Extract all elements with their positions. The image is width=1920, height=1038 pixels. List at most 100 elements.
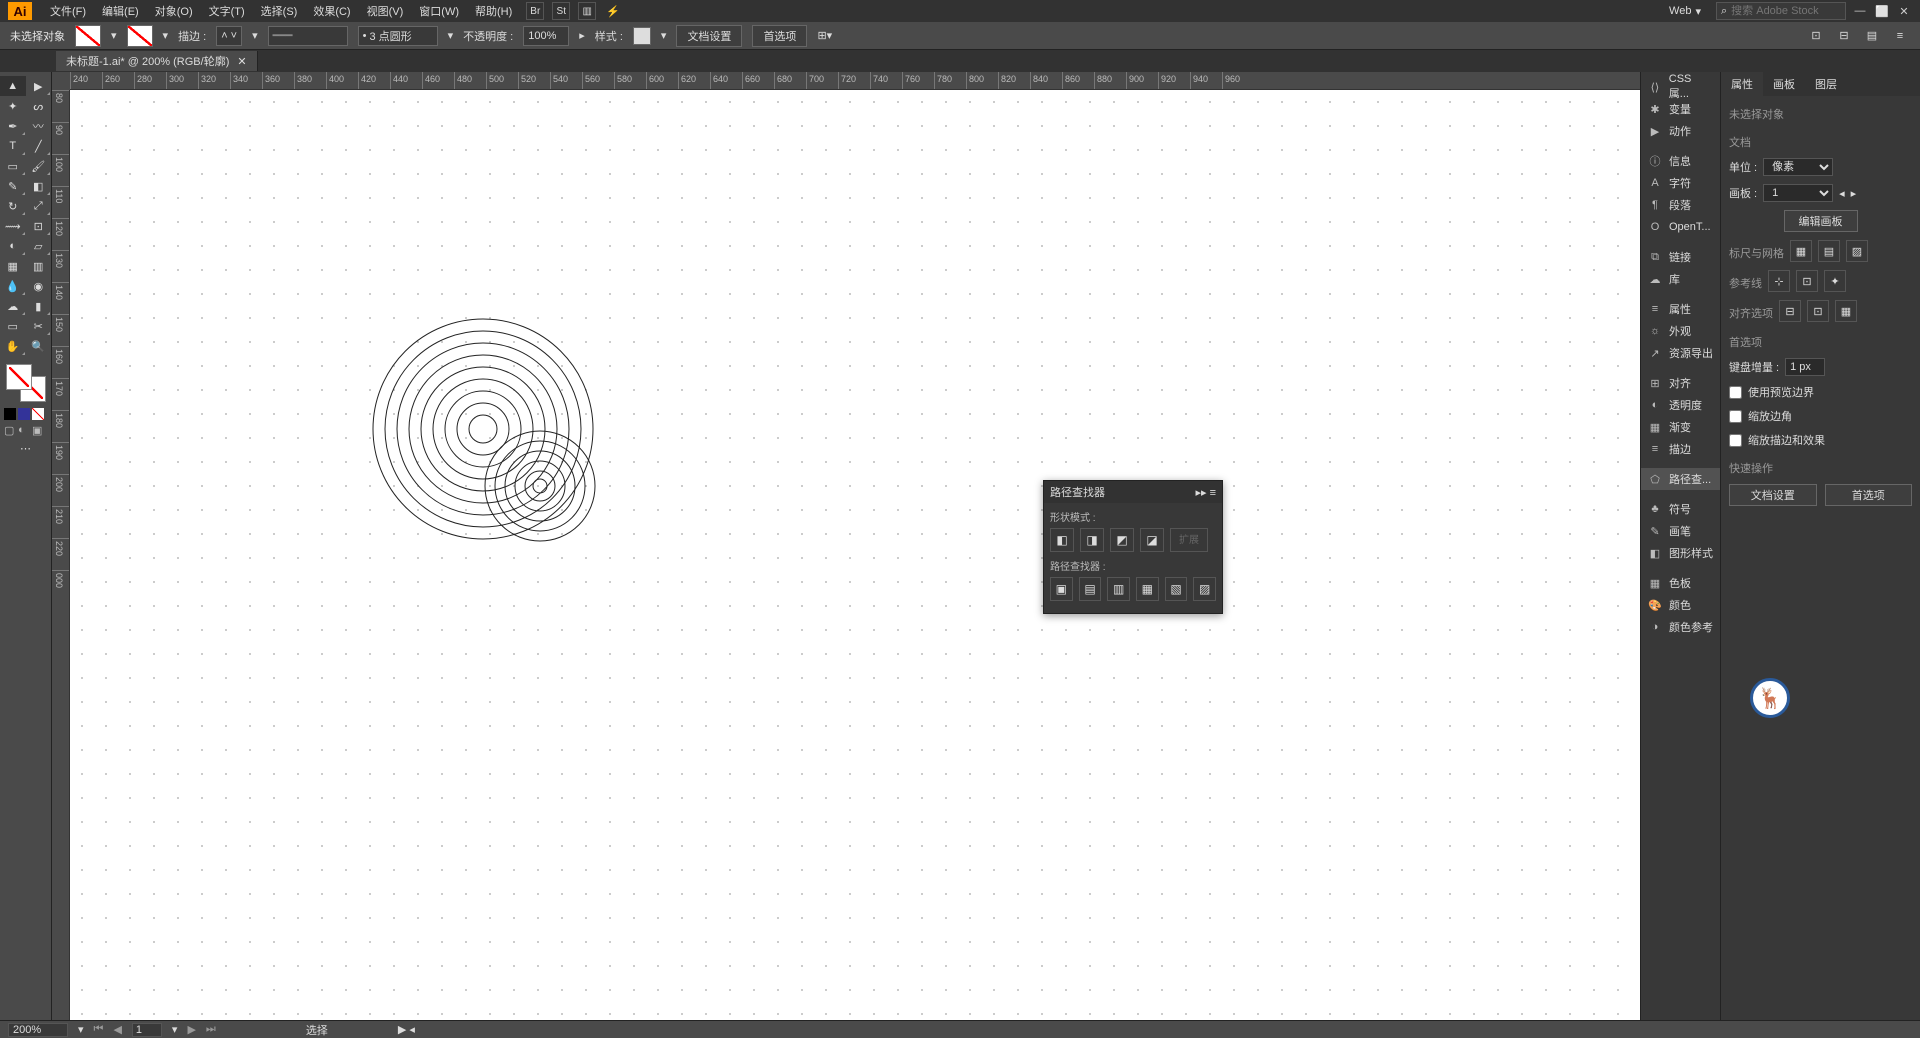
menu-window[interactable]: 窗口(W) — [413, 0, 465, 22]
opacity-input[interactable] — [528, 30, 564, 42]
graph-tool[interactable]: ▮ — [26, 296, 52, 316]
stroke-swatch[interactable] — [127, 25, 153, 47]
last-artboard-icon[interactable]: ⏭ — [206, 1023, 216, 1036]
brush-value[interactable] — [369, 30, 419, 42]
cb-preview[interactable] — [1729, 386, 1742, 399]
crop-icon[interactable]: ▦ — [1136, 577, 1159, 601]
rectangle-tool[interactable]: ▭ — [0, 156, 26, 176]
panel-item-22[interactable]: ◑颜色参考 — [1641, 616, 1720, 638]
panel-item-11[interactable]: ↗资源导出 — [1641, 342, 1720, 364]
menu-view[interactable]: 视图(V) — [361, 0, 410, 22]
key-inc-input[interactable] — [1785, 358, 1825, 376]
status-play-icon[interactable]: ▶ ◂ — [398, 1023, 415, 1036]
style-dd[interactable]: ▾ — [661, 29, 667, 42]
perspective-tool[interactable]: ▱ — [26, 236, 52, 256]
variable-width[interactable]: ━━━ — [268, 26, 348, 46]
lasso-tool[interactable]: ᔕ — [26, 96, 52, 116]
curvature-tool[interactable]: 〰 — [26, 116, 52, 136]
panel-item-10[interactable]: ☼外观 — [1641, 320, 1720, 342]
zoom-dd-icon[interactable]: ▾ — [78, 1023, 84, 1036]
search-input[interactable] — [1731, 5, 1831, 17]
artboard-select[interactable]: 1 — [1763, 184, 1833, 202]
free-transform-tool[interactable]: ⊡ — [26, 216, 52, 236]
screen-mode-icons[interactable]: ▢◐▣ — [0, 422, 51, 438]
pen-tool[interactable]: ✒ — [0, 116, 26, 136]
brush-dd[interactable]: ▾ — [448, 29, 454, 42]
close-icon[interactable]: ✕ — [1896, 4, 1912, 18]
ruler-toggle-icon[interactable]: ▦ — [1790, 240, 1812, 262]
grid-toggle-icon[interactable]: ▤ — [1818, 240, 1840, 262]
layout-icon-2[interactable]: ⊟ — [1834, 26, 1854, 46]
shape-builder-tool[interactable]: ◐ — [0, 236, 26, 256]
exclude-icon[interactable]: ◪ — [1140, 528, 1164, 552]
snap-pixel-icon[interactable]: ⊟ — [1779, 300, 1801, 322]
panel-item-8[interactable]: ☁库 — [1641, 268, 1720, 290]
panel-item-14[interactable]: ▦渐变 — [1641, 416, 1720, 438]
panel-item-13[interactable]: ◐透明度 — [1641, 394, 1720, 416]
fill-swatch[interactable] — [75, 25, 101, 47]
toolbox-expand-icon[interactable]: ⋯ — [0, 442, 51, 455]
opacity-field[interactable] — [523, 26, 569, 46]
cb-strokes[interactable] — [1729, 434, 1742, 447]
minus-back-icon[interactable]: ▨ — [1193, 577, 1216, 601]
workspace-switcher[interactable]: Web▾ — [1660, 2, 1710, 21]
stroke-dd[interactable]: ▾ — [163, 29, 169, 42]
trim-icon[interactable]: ▤ — [1079, 577, 1102, 601]
expand-button[interactable]: 扩展 — [1170, 528, 1208, 552]
color-block[interactable] — [0, 362, 51, 406]
panel-item-4[interactable]: A字符 — [1641, 172, 1720, 194]
panel-item-2[interactable]: ▶动作 — [1641, 120, 1720, 142]
fill-dd[interactable]: ▾ — [111, 29, 117, 42]
tab-close-icon[interactable]: ✕ — [237, 55, 246, 68]
snap-point-icon[interactable]: ⊡ — [1807, 300, 1829, 322]
ruler-horizontal[interactable]: 2402602803003203403603804004204404604805… — [70, 72, 1640, 90]
tab-layers[interactable]: 图层 — [1805, 72, 1847, 96]
menu-help[interactable]: 帮助(H) — [469, 0, 518, 22]
blend-tool[interactable]: ◉ — [26, 276, 52, 296]
brush-def[interactable]: • — [358, 26, 438, 46]
shaper-tool[interactable]: ✎ — [0, 176, 26, 196]
panel-item-17[interactable]: ♣符号 — [1641, 498, 1720, 520]
rotate-tool[interactable]: ↻ — [0, 196, 26, 216]
hand-tool[interactable]: ✋ — [0, 336, 26, 356]
panel-item-19[interactable]: ◧图形样式 — [1641, 542, 1720, 564]
quick-docsetup-button[interactable]: 文档设置 — [1729, 484, 1817, 506]
pathfinder-panel[interactable]: 路径查找器 ▸▸ ≡ 形状模式 : ◧ ◨ ◩ ◪ 扩展 路径查找器 : ▣ ▤… — [1043, 480, 1223, 614]
mesh-tool[interactable]: ▦ — [0, 256, 26, 276]
panel-item-1[interactable]: ✱变量 — [1641, 98, 1720, 120]
zoom-tool[interactable]: 🔍 — [26, 336, 52, 356]
arrange-icon[interactable]: ▥ — [578, 2, 596, 20]
guide-icon-3[interactable]: ✦ — [1824, 270, 1846, 292]
checkbox-strokes[interactable]: 缩放描边和效果 — [1729, 432, 1912, 448]
merge-icon[interactable]: ▥ — [1107, 577, 1130, 601]
transparency-grid-icon[interactable]: ▨ — [1846, 240, 1868, 262]
zoom-field[interactable]: 200% — [8, 1023, 68, 1037]
direct-selection-tool[interactable]: ▶ — [26, 76, 52, 96]
ruler-vertical[interactable]: 8090100110120130140150160170180190200210… — [52, 90, 70, 1020]
tab-properties[interactable]: 属性 — [1721, 72, 1763, 96]
scale-tool[interactable]: ⤢ — [26, 196, 52, 216]
gpu-icon[interactable]: ⚡ — [606, 5, 620, 18]
selection-tool[interactable]: ▲ — [0, 76, 26, 96]
eyedropper-tool[interactable]: 💧 — [0, 276, 26, 296]
magic-wand-tool[interactable]: ✦ — [0, 96, 26, 116]
menu-effect[interactable]: 效果(C) — [307, 0, 356, 22]
layout-icon-1[interactable]: ⊡ — [1806, 26, 1826, 46]
guide-icon-2[interactable]: ⊡ — [1796, 270, 1818, 292]
panel-item-12[interactable]: ⊞对齐 — [1641, 372, 1720, 394]
next-artboard-nav-icon[interactable]: ▶ — [187, 1023, 195, 1036]
doc-setup-button[interactable]: 文档设置 — [676, 25, 742, 47]
checkbox-preview[interactable]: 使用预览边界 — [1729, 384, 1912, 400]
symbol-sprayer-tool[interactable]: ☁ — [0, 296, 26, 316]
guide-icon-1[interactable]: ⊹ — [1768, 270, 1790, 292]
gradient-tool[interactable]: ▥ — [26, 256, 52, 276]
prefs-button[interactable]: 首选项 — [752, 25, 807, 47]
line-tool[interactable]: ╱ — [26, 136, 52, 156]
panel-item-20[interactable]: ▦色板 — [1641, 572, 1720, 594]
artboard-nav-input[interactable] — [132, 1023, 162, 1037]
artboard-nav-dd[interactable]: ▾ — [172, 1023, 178, 1036]
menu-file[interactable]: 文件(F) — [44, 0, 92, 22]
outline-icon[interactable]: ▧ — [1165, 577, 1188, 601]
opacity-dd[interactable]: ▸ — [579, 29, 585, 42]
quick-prefs-button[interactable]: 首选项 — [1825, 484, 1913, 506]
